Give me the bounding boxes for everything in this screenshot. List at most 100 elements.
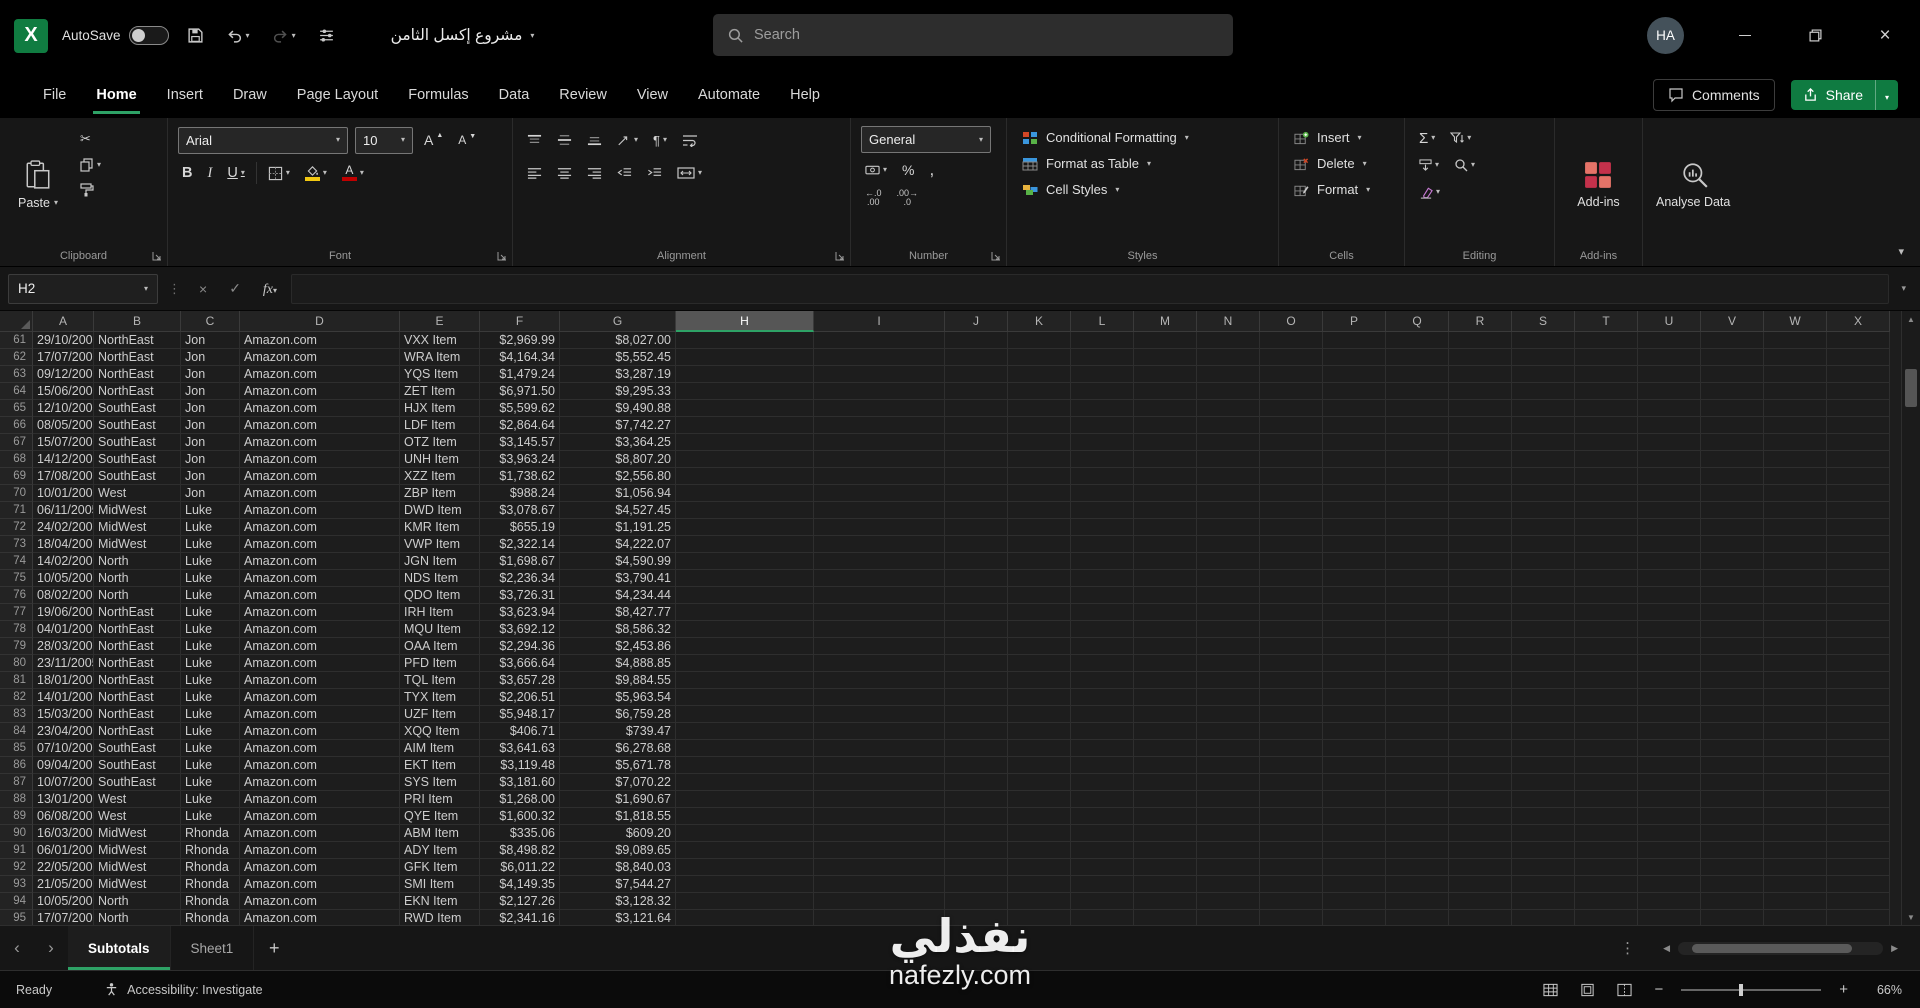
- cell[interactable]: [1197, 434, 1260, 451]
- cell[interactable]: [1323, 621, 1386, 638]
- cell[interactable]: [1638, 349, 1701, 366]
- column-header-X[interactable]: X: [1827, 311, 1890, 332]
- cell[interactable]: [1449, 825, 1512, 842]
- cell[interactable]: [1701, 774, 1764, 791]
- cell[interactable]: [1764, 689, 1827, 706]
- cell[interactable]: [1638, 893, 1701, 910]
- cell[interactable]: Jon: [181, 400, 240, 417]
- cell[interactable]: $1,698.67: [480, 553, 560, 570]
- cell[interactable]: [1323, 451, 1386, 468]
- cell[interactable]: [1638, 400, 1701, 417]
- cell[interactable]: [1071, 757, 1134, 774]
- cell[interactable]: 22/05/2005: [33, 859, 94, 876]
- cell[interactable]: Amazon.com: [240, 451, 400, 468]
- conditional-formatting-button[interactable]: Conditional Formatting▾: [1017, 126, 1194, 149]
- cell[interactable]: [1197, 332, 1260, 349]
- cell[interactable]: [1386, 536, 1449, 553]
- cell[interactable]: [1575, 791, 1638, 808]
- cell[interactable]: [1134, 553, 1197, 570]
- cell[interactable]: $9,089.65: [560, 842, 676, 859]
- cell[interactable]: [1260, 774, 1323, 791]
- cell[interactable]: [945, 451, 1008, 468]
- cell[interactable]: Luke: [181, 706, 240, 723]
- cell[interactable]: [1323, 791, 1386, 808]
- row-header[interactable]: 85: [0, 740, 33, 757]
- cell[interactable]: [1008, 366, 1071, 383]
- cell[interactable]: [1512, 723, 1575, 740]
- cell[interactable]: [1071, 842, 1134, 859]
- cell[interactable]: $3,145.57: [480, 434, 560, 451]
- column-header-E[interactable]: E: [400, 311, 480, 332]
- cell[interactable]: MidWest: [94, 842, 181, 859]
- cell[interactable]: [1134, 621, 1197, 638]
- cell[interactable]: [1512, 740, 1575, 757]
- cell[interactable]: [1071, 859, 1134, 876]
- row-header[interactable]: 66: [0, 417, 33, 434]
- cell[interactable]: [1827, 740, 1890, 757]
- cell[interactable]: [1134, 400, 1197, 417]
- cell[interactable]: [676, 349, 814, 366]
- cell[interactable]: Luke: [181, 553, 240, 570]
- cell[interactable]: [1197, 383, 1260, 400]
- cell[interactable]: [1512, 808, 1575, 825]
- orientation-button[interactable]: ▾: [613, 131, 642, 150]
- cell[interactable]: [1764, 383, 1827, 400]
- cell[interactable]: VWP Item: [400, 536, 480, 553]
- cell[interactable]: [1638, 366, 1701, 383]
- cell[interactable]: [1260, 332, 1323, 349]
- cell[interactable]: [1764, 570, 1827, 587]
- cell[interactable]: $3,364.25: [560, 434, 676, 451]
- cell[interactable]: [1575, 366, 1638, 383]
- cell[interactable]: EKN Item: [400, 893, 480, 910]
- cell[interactable]: [1260, 893, 1323, 910]
- column-header-F[interactable]: F: [480, 311, 560, 332]
- cell[interactable]: [1827, 808, 1890, 825]
- cell[interactable]: [814, 791, 945, 808]
- cell[interactable]: [1134, 910, 1197, 925]
- cell[interactable]: MidWest: [94, 859, 181, 876]
- cell[interactable]: [676, 910, 814, 925]
- cell[interactable]: [1764, 638, 1827, 655]
- cell[interactable]: [1197, 757, 1260, 774]
- cell[interactable]: [1638, 638, 1701, 655]
- cell[interactable]: [1575, 502, 1638, 519]
- cell[interactable]: [1260, 485, 1323, 502]
- row-header[interactable]: 77: [0, 604, 33, 621]
- formula-input[interactable]: [291, 274, 1889, 304]
- cell[interactable]: $1,600.32: [480, 808, 560, 825]
- cell[interactable]: $609.20: [560, 825, 676, 842]
- cell[interactable]: [1449, 604, 1512, 621]
- cell[interactable]: [1386, 502, 1449, 519]
- cell[interactable]: [1575, 519, 1638, 536]
- cell[interactable]: [1764, 553, 1827, 570]
- cell[interactable]: [1764, 757, 1827, 774]
- cell[interactable]: [945, 332, 1008, 349]
- cell[interactable]: 09/12/2005: [33, 366, 94, 383]
- cell[interactable]: $406.71: [480, 723, 560, 740]
- cell[interactable]: LDF Item: [400, 417, 480, 434]
- cell[interactable]: [1323, 366, 1386, 383]
- cell[interactable]: [1575, 417, 1638, 434]
- restore-button[interactable]: [1780, 0, 1850, 71]
- cell[interactable]: [1764, 621, 1827, 638]
- cell[interactable]: [945, 808, 1008, 825]
- cell[interactable]: [1701, 604, 1764, 621]
- align-center-button[interactable]: [553, 164, 576, 182]
- cell[interactable]: [1449, 859, 1512, 876]
- cell[interactable]: [1134, 859, 1197, 876]
- cell[interactable]: [1827, 621, 1890, 638]
- cell[interactable]: [1071, 621, 1134, 638]
- cell[interactable]: [1323, 689, 1386, 706]
- cell[interactable]: [1512, 757, 1575, 774]
- tab-formulas[interactable]: Formulas: [393, 71, 483, 118]
- cell[interactable]: [1638, 740, 1701, 757]
- row-header[interactable]: 83: [0, 706, 33, 723]
- cell[interactable]: Amazon.com: [240, 502, 400, 519]
- cell[interactable]: [1449, 672, 1512, 689]
- cell[interactable]: [1449, 893, 1512, 910]
- cell[interactable]: $5,963.54: [560, 689, 676, 706]
- row-header[interactable]: 93: [0, 876, 33, 893]
- cell[interactable]: 06/01/2006: [33, 842, 94, 859]
- cell[interactable]: [1764, 417, 1827, 434]
- cell[interactable]: $1,479.24: [480, 366, 560, 383]
